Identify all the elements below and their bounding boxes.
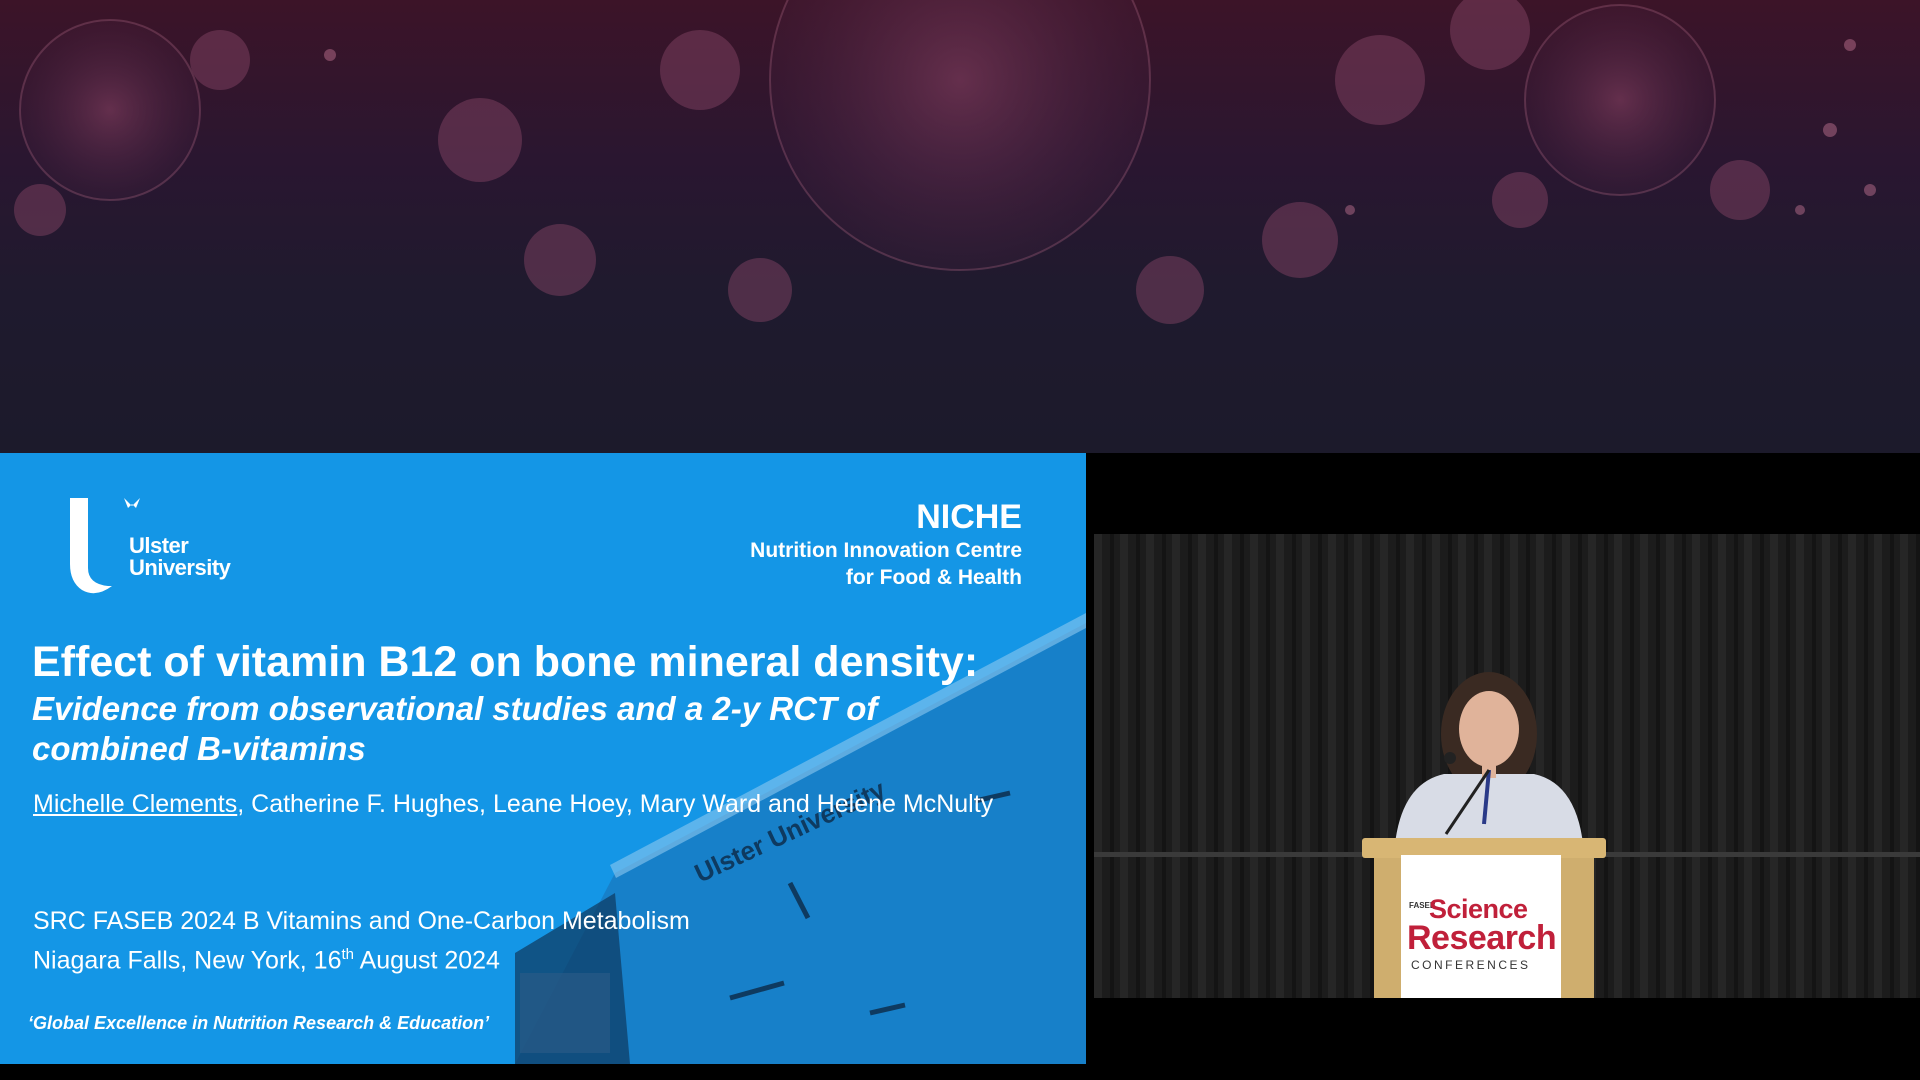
slide-subtitle: Evidence from observational studies and …: [32, 690, 878, 767]
conference-name: SRC FASEB 2024 B Vitamins and One-Carbon…: [33, 907, 690, 935]
logo-line-1: Ulster: [129, 533, 189, 558]
coauthors: , Catherine F. Hughes, Leane Hoey, Mary …: [237, 790, 994, 818]
presenter-name: Michelle Clements: [33, 790, 238, 818]
niche-branding: NICHE Nutrition Innovation Centre for Fo…: [750, 497, 1022, 591]
date-suffix: th: [341, 946, 354, 963]
date-text: August 2024: [354, 946, 500, 975]
university-name: Ulster University: [129, 533, 231, 580]
niche-title: NICHE: [916, 498, 1022, 536]
author-list: Michelle Clements, Catherine F. Hughes, …: [33, 789, 993, 819]
location-text: Niagara Falls, New York, 16: [33, 946, 342, 975]
slide-motto: ‘Global Excellence in Nutrition Research…: [28, 1013, 490, 1033]
podium-sign: FASEB Science Research CONFERENCES: [1401, 855, 1561, 998]
presentation-slide: Ulster University Ulster University NICH…: [0, 453, 1086, 1064]
virus-illustration: [14, 0, 1876, 324]
niche-line-2: for Food & Health: [845, 566, 1022, 589]
research-label: Research: [1407, 919, 1557, 957]
slide-title: Effect of vitamin B12 on bone mineral de…: [32, 638, 979, 686]
conferences-label: CONFERENCES: [1411, 958, 1531, 972]
niche-line-1: Nutrition Innovation Centre: [750, 539, 1022, 562]
speaker-video-feed: FASEB Science Research CONFERENCES: [1094, 534, 1920, 998]
header-banner: [0, 0, 1920, 453]
conference-location-date: Niagara Falls, New York, 16th August 202…: [33, 938, 690, 977]
logo-line-2: University: [129, 555, 231, 580]
conference-info: SRC FASEB 2024 B Vitamins and One-Carbon…: [33, 904, 690, 977]
